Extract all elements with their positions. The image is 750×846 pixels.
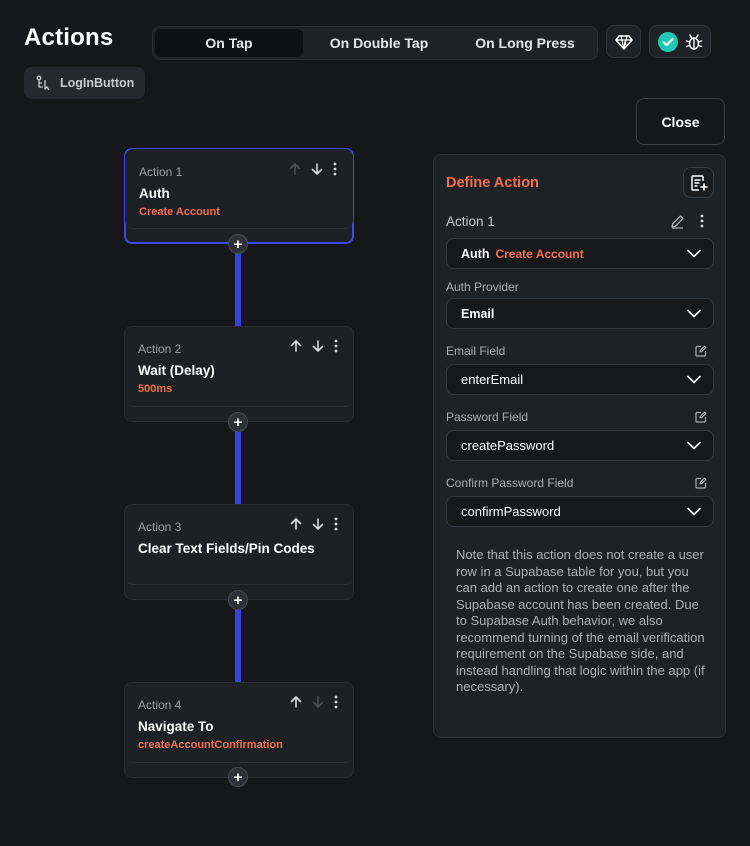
action-label: Action 2: [138, 342, 182, 356]
arrow-up-icon[interactable]: [288, 162, 302, 176]
add-action-button[interactable]: +: [228, 590, 248, 610]
chevron-down-icon: [687, 507, 701, 516]
add-action-button[interactable]: +: [228, 234, 248, 254]
arrow-down-icon[interactable]: [311, 517, 325, 531]
action-subtitle: Create Account: [139, 206, 220, 218]
edit-pencil-icon[interactable]: [670, 214, 685, 229]
more-vertical-icon[interactable]: [333, 517, 339, 531]
add-action-button[interactable]: +: [228, 767, 248, 787]
supabase-note: Note that this action does not create a …: [456, 547, 705, 694]
password-field-label: Password Field: [446, 410, 529, 424]
add-note-button[interactable]: [683, 167, 714, 198]
arrow-down-icon[interactable]: [311, 339, 325, 353]
arrow-down-icon[interactable]: [310, 162, 324, 176]
add-action-button[interactable]: +: [228, 412, 248, 432]
chevron-down-icon: [687, 249, 701, 258]
action-number-label: Action 1: [446, 214, 495, 229]
action-name: Wait (Delay): [138, 363, 215, 378]
auth-provider-value: Email: [461, 306, 495, 321]
close-button[interactable]: Close: [636, 98, 725, 145]
arrow-up-icon[interactable]: [289, 517, 303, 531]
action-type-dropdown[interactable]: Auth Create Account: [446, 238, 714, 269]
note-add-icon: [690, 174, 708, 191]
check-circle-icon: [657, 31, 678, 52]
action-subtype-value: Create Account: [495, 246, 584, 261]
more-vertical-icon[interactable]: [332, 162, 338, 176]
auth-provider-dropdown[interactable]: Email: [446, 298, 714, 329]
action-card-3[interactable]: Action 3 Clear Text Fields/Pin Codes: [124, 504, 354, 600]
auth-provider-label: Auth Provider: [446, 280, 519, 294]
action-name: Clear Text Fields/Pin Codes: [138, 541, 315, 556]
flow-connector: [235, 430, 241, 504]
email-field-dropdown[interactable]: enterEmail: [446, 364, 714, 395]
define-action-panel: Define Action Action 1 Auth Create Accou…: [433, 154, 726, 738]
action-card-4[interactable]: Action 4 Navigate To createAccountConfir…: [124, 682, 354, 778]
tab-on-long-press[interactable]: On Long Press: [453, 29, 597, 57]
more-vertical-icon[interactable]: [699, 214, 705, 228]
diamond-icon: [614, 34, 633, 50]
action-card-1[interactable]: Action 1 Auth Create Account: [124, 148, 354, 244]
arrow-down-icon[interactable]: [311, 695, 325, 709]
panel-title: Define Action: [446, 175, 539, 191]
bug-icon: [685, 33, 702, 50]
chevron-down-icon: [687, 309, 701, 318]
validate-debug-button[interactable]: [649, 25, 711, 58]
email-field-value: enterEmail: [461, 372, 524, 387]
action-type-value: Auth: [461, 246, 490, 261]
page-title: Actions: [24, 24, 114, 51]
flow-connector: [235, 252, 241, 326]
tab-on-double-tap[interactable]: On Double Tap: [305, 29, 453, 57]
action-subtitle: 500ms: [138, 383, 173, 395]
password-field-dropdown[interactable]: createPassword: [446, 430, 714, 461]
action-name: Auth: [139, 186, 170, 201]
action-label: Action 3: [138, 520, 182, 534]
action-label: Action 4: [138, 698, 182, 712]
trigger-tabs: On Tap On Double Tap On Long Press: [152, 26, 598, 60]
confirm-password-field-label: Confirm Password Field: [446, 476, 574, 490]
flutterflow-ai-button[interactable]: [606, 25, 641, 58]
widget-tree-icon: [36, 75, 50, 91]
edit-square-icon[interactable]: [695, 411, 707, 423]
widget-chip[interactable]: LogInButton: [24, 67, 145, 99]
more-vertical-icon[interactable]: [333, 339, 339, 353]
email-field-label: Email Field: [446, 344, 506, 358]
arrow-up-icon[interactable]: [289, 695, 303, 709]
flow-connector: [235, 608, 241, 682]
action-label: Action 1: [139, 165, 183, 179]
password-field-value: createPassword: [461, 438, 555, 453]
confirm-password-field-value: confirmPassword: [461, 504, 561, 519]
more-vertical-icon[interactable]: [333, 695, 339, 709]
confirm-password-field-dropdown[interactable]: confirmPassword: [446, 496, 714, 527]
action-name: Navigate To: [138, 719, 214, 734]
edit-square-icon[interactable]: [695, 345, 707, 357]
tab-on-tap[interactable]: On Tap: [155, 29, 303, 57]
edit-square-icon[interactable]: [695, 477, 707, 489]
widget-chip-label: LogInButton: [60, 76, 135, 90]
chevron-down-icon: [687, 375, 701, 384]
chevron-down-icon: [687, 441, 701, 450]
arrow-up-icon[interactable]: [289, 339, 303, 353]
action-subtitle: createAccountConfirmation: [138, 739, 283, 751]
action-card-2[interactable]: Action 2 Wait (Delay) 500ms: [124, 326, 354, 422]
